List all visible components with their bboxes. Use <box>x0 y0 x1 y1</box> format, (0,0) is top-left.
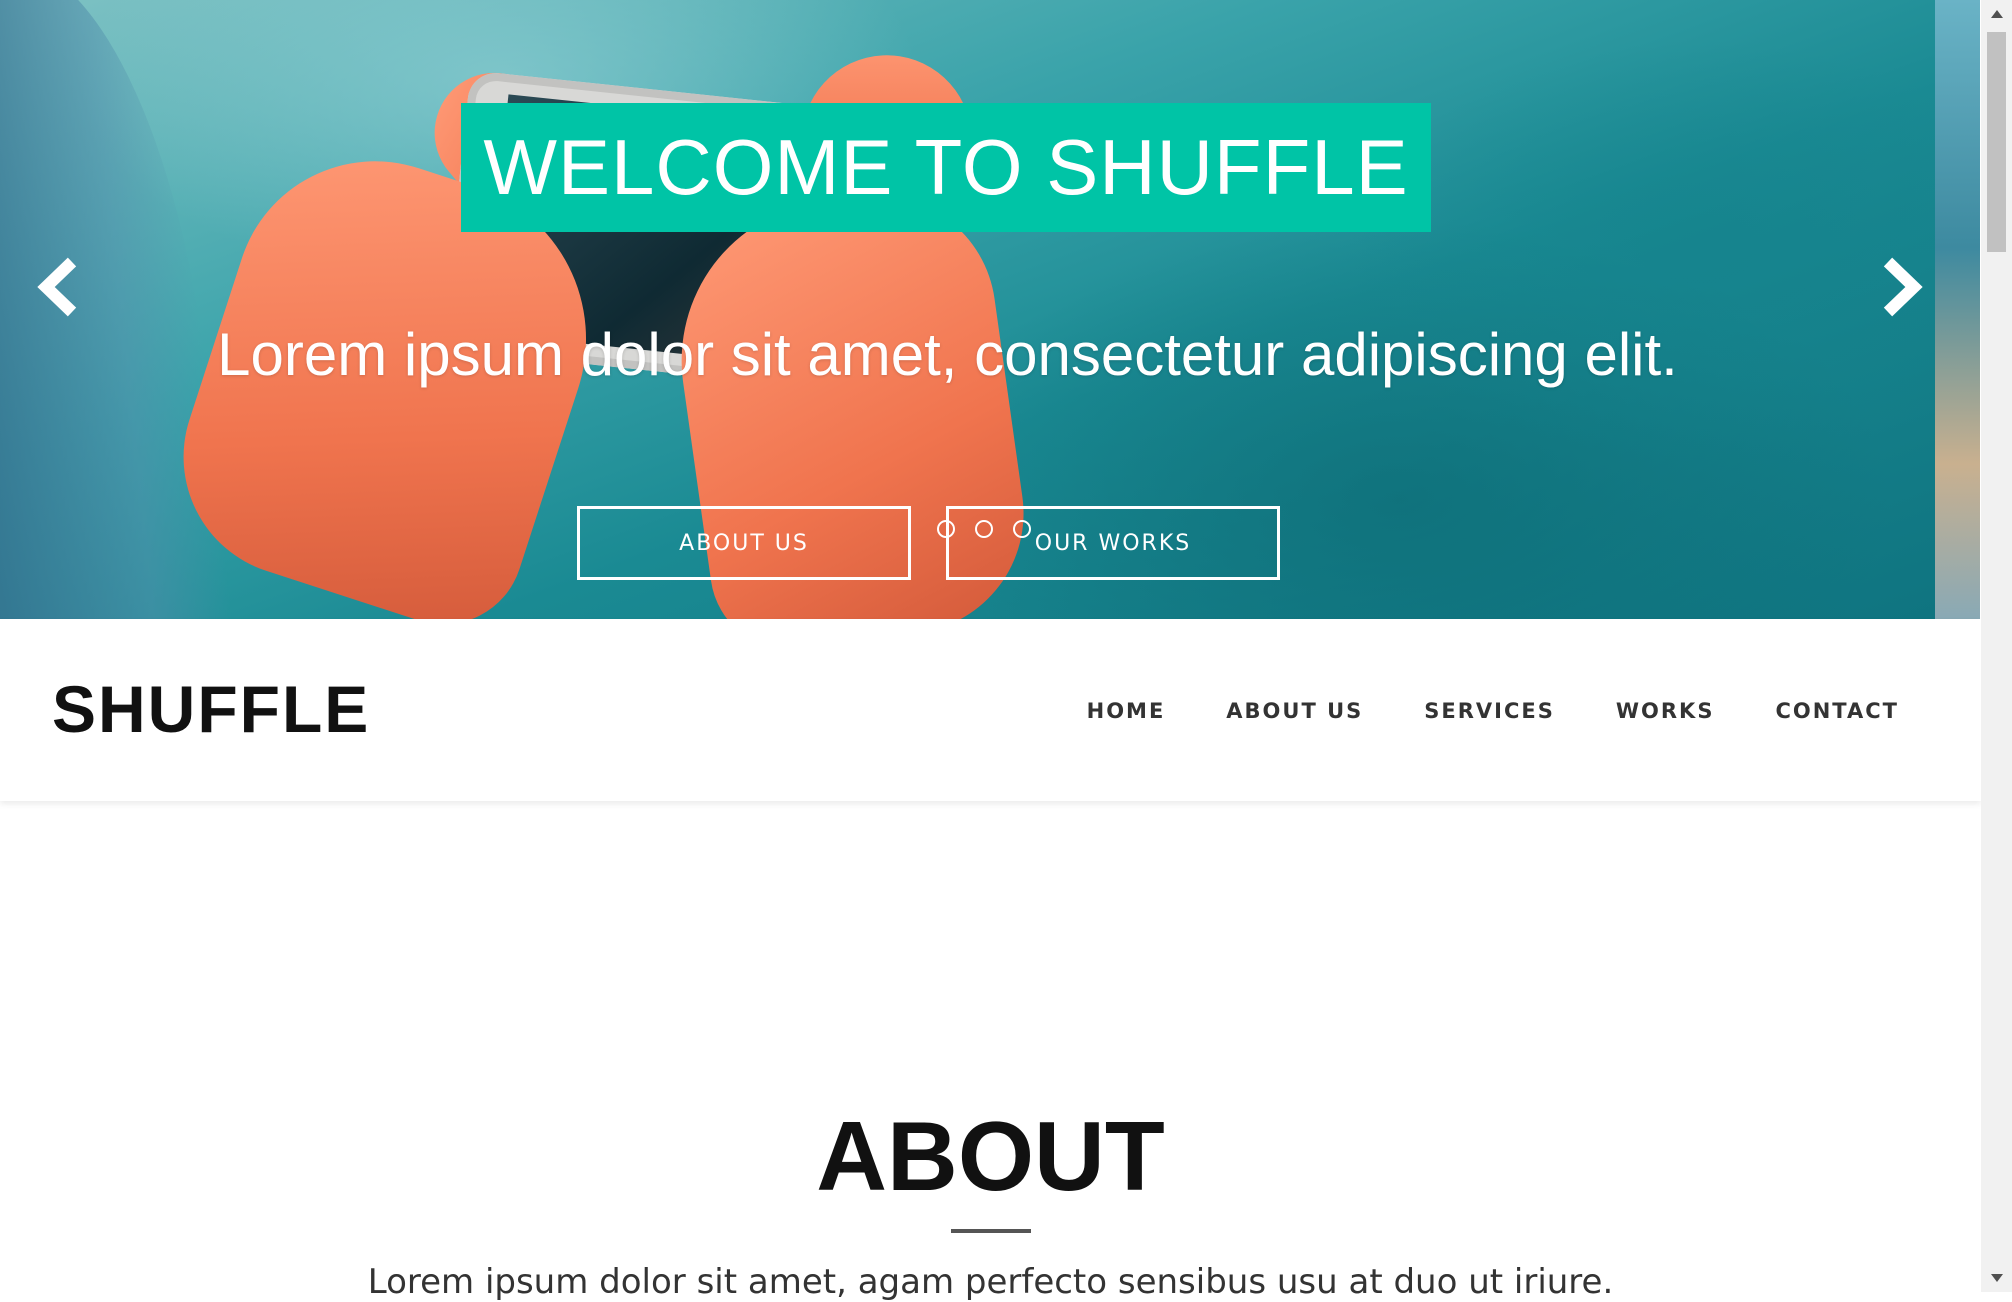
nav-item-services[interactable]: SERVICES <box>1424 699 1555 723</box>
chevron-left-icon[interactable] <box>32 252 92 322</box>
scrollbar-thumb[interactable] <box>1987 32 2006 252</box>
about-text: Lorem ipsum dolor sit amet, agam perfect… <box>367 1262 1614 1302</box>
carousel-indicators <box>937 520 1031 538</box>
page-scrollbar[interactable] <box>1981 0 2012 1292</box>
carousel-indicator[interactable] <box>1013 520 1031 538</box>
carousel-indicator[interactable] <box>937 520 955 538</box>
hero-subtitle: Lorem ipsum dolor sit amet, consectetur … <box>217 321 1678 388</box>
hero-title-banner: WELCOME TO SHUFFLE <box>461 103 1431 232</box>
hero-title: WELCOME TO SHUFFLE <box>483 123 1409 211</box>
site-logo[interactable]: SHUFFLE <box>52 671 370 747</box>
main-nav: HOME ABOUT US SERVICES WORKS CONTACT <box>1087 699 1899 723</box>
about-heading: ABOUT <box>816 1101 1165 1211</box>
nav-item-home[interactable]: HOME <box>1087 699 1166 723</box>
scroll-down-arrow-icon[interactable] <box>1981 1264 2012 1292</box>
nav-item-contact[interactable]: CONTACT <box>1775 699 1899 723</box>
nav-item-about-us[interactable]: ABOUT US <box>1226 699 1363 723</box>
carousel-indicator[interactable] <box>975 520 993 538</box>
main-navbar: SHUFFLE HOME ABOUT US SERVICES WORKS CON… <box>0 619 1981 801</box>
hero-image-edge <box>1935 0 1980 619</box>
about-us-button[interactable]: ABOUT US <box>577 506 911 580</box>
nav-item-works[interactable]: WORKS <box>1616 699 1715 723</box>
scroll-up-arrow-icon[interactable] <box>1981 0 2012 28</box>
chevron-right-icon[interactable] <box>1868 252 1928 322</box>
our-works-button[interactable]: OUR WORKS <box>946 506 1280 580</box>
hero-carousel: WELCOME TO SHUFFLE Lorem ipsum dolor sit… <box>0 0 1935 619</box>
about-divider <box>951 1229 1031 1233</box>
